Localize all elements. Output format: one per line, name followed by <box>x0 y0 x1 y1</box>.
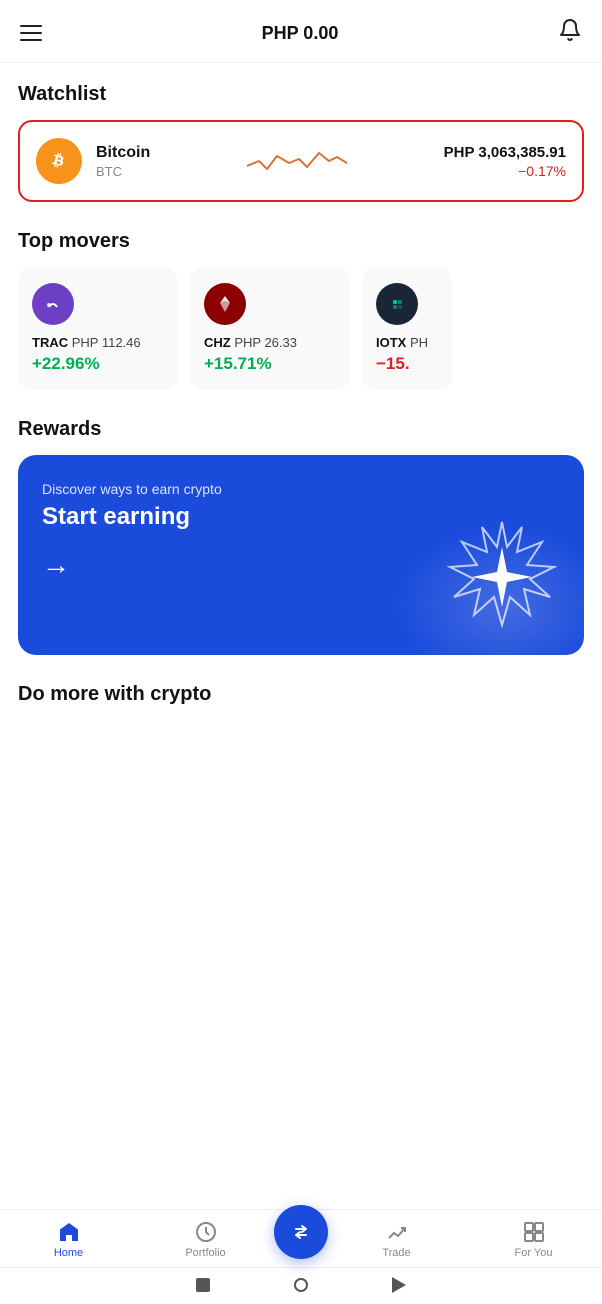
chz-change: +15.71% <box>204 354 336 374</box>
top-movers-title: Top movers <box>18 230 584 253</box>
rewards-section: Rewards Discover ways to earn crypto Sta… <box>18 418 584 655</box>
bitcoin-chart <box>164 141 429 181</box>
android-square-btn[interactable] <box>194 1276 212 1294</box>
bitcoin-change: −0.17% <box>444 163 566 179</box>
trac-logo <box>32 283 74 325</box>
mover-card-trac[interactable]: TRAC PHP 112.46 +22.96% <box>18 267 178 390</box>
iotx-change: −15. <box>376 354 438 374</box>
nav-label-home: Home <box>54 1247 83 1259</box>
trac-change: +22.96% <box>32 354 164 374</box>
bottom-area: Home Portfolio Trade <box>0 1209 602 1304</box>
rewards-subtitle: Discover ways to earn crypto <box>42 481 560 497</box>
nav-label-for-you: For You <box>515 1247 553 1259</box>
rewards-title: Rewards <box>18 418 584 441</box>
mover-card-iotx[interactable]: IOTX PH −15. <box>362 267 452 390</box>
chz-logo <box>204 283 246 325</box>
iotx-logo <box>376 283 418 325</box>
bitcoin-logo <box>36 138 82 184</box>
header: PHP 0.00 <box>0 0 602 63</box>
trac-label: TRAC PHP 112.46 <box>32 335 164 350</box>
nav-label-portfolio: Portfolio <box>185 1247 225 1259</box>
coin-name: Bitcoin <box>96 144 150 162</box>
android-home-btn[interactable] <box>292 1276 310 1294</box>
bell-icon[interactable] <box>558 18 582 48</box>
movers-list: TRAC PHP 112.46 +22.96% CHZ PHP 26.33 +1… <box>18 267 584 390</box>
android-square-icon <box>196 1278 210 1292</box>
balance-display: PHP 0.00 <box>262 23 339 44</box>
main-content: Watchlist Bitcoin BTC PHP 3,063,385.91 −… <box>0 63 602 866</box>
android-back-icon <box>392 1277 406 1293</box>
menu-icon[interactable] <box>20 25 42 41</box>
watchlist-card[interactable]: Bitcoin BTC PHP 3,063,385.91 −0.17% <box>18 120 584 202</box>
do-more-title: Do more with crypto <box>18 683 584 706</box>
top-movers-section: Top movers TRAC PHP 112.46 +22.96% <box>18 230 584 390</box>
chz-label: CHZ PHP 26.33 <box>204 335 336 350</box>
bitcoin-info: Bitcoin BTC <box>96 144 150 179</box>
android-nav-bar <box>0 1267 602 1304</box>
watchlist-title: Watchlist <box>18 83 584 106</box>
do-more-section: Do more with crypto <box>18 683 584 706</box>
watchlist-section: Watchlist Bitcoin BTC PHP 3,063,385.91 −… <box>18 83 584 202</box>
mover-card-chz[interactable]: CHZ PHP 26.33 +15.71% <box>190 267 350 390</box>
rewards-card[interactable]: Discover ways to earn crypto Start earni… <box>18 455 584 655</box>
nav-swap-button[interactable] <box>274 1205 328 1259</box>
coin-symbol: BTC <box>96 164 150 179</box>
nav-item-portfolio[interactable]: Portfolio <box>137 1220 274 1259</box>
android-circle-icon <box>294 1278 308 1292</box>
nav-item-trade[interactable]: Trade <box>328 1220 465 1259</box>
bitcoin-price-area: PHP 3,063,385.91 −0.17% <box>444 144 566 179</box>
nav-item-for-you[interactable]: For You <box>465 1220 602 1259</box>
nav-label-trade: Trade <box>382 1247 410 1259</box>
rewards-badge <box>442 517 562 637</box>
nav-item-home[interactable]: Home <box>0 1220 137 1259</box>
android-back-btn[interactable] <box>390 1276 408 1294</box>
bitcoin-price: PHP 3,063,385.91 <box>444 144 566 161</box>
bottom-nav: Home Portfolio Trade <box>0 1209 602 1267</box>
iotx-label: IOTX PH <box>376 335 438 350</box>
